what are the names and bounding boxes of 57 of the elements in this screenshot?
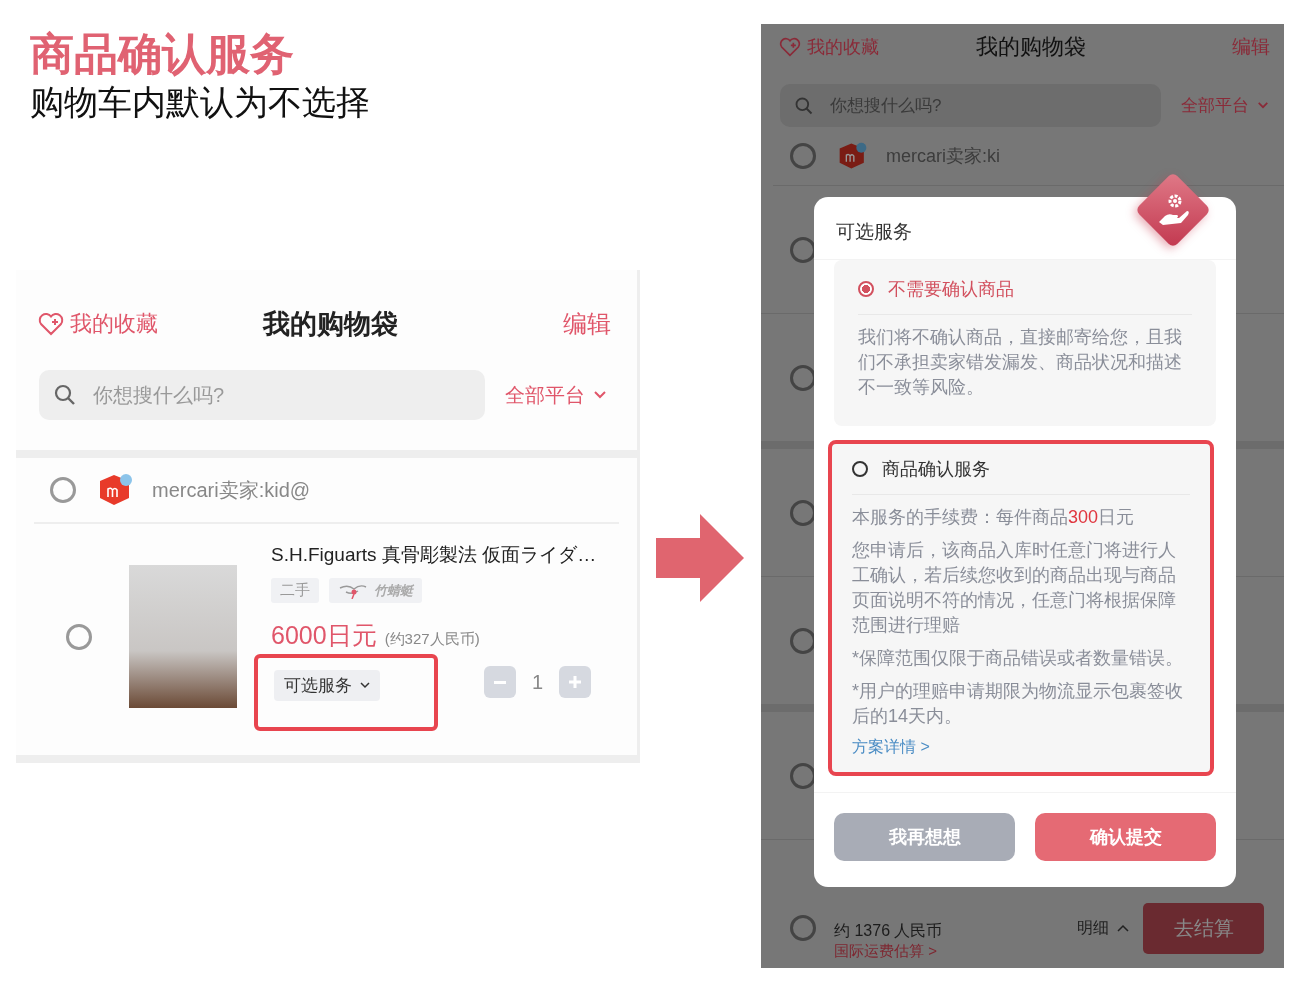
plan-details-link[interactable]: 方案详情 > [852, 738, 930, 755]
platform-dropdown[interactable]: 全部平台 [505, 381, 607, 409]
chevron-up-icon [1117, 924, 1129, 932]
box-logo-icon [98, 472, 134, 508]
edit-link[interactable]: 编辑 [1232, 34, 1270, 60]
optional-service-dropdown[interactable]: 可选服务 [274, 670, 380, 701]
option-label: 商品确认服务 [882, 458, 990, 481]
favorites-link[interactable]: 我的收藏 [779, 35, 879, 59]
cancel-button[interactable]: 我再想想 [834, 813, 1015, 861]
option-description: 本服务的手续费：每件商品300日元 [852, 506, 1136, 529]
dragonfly-icon [338, 582, 368, 599]
platform-dropdown[interactable]: 全部平台 [1181, 94, 1269, 117]
radio-button[interactable] [66, 623, 92, 650]
heart-icon [779, 37, 801, 57]
chevron-down-icon [360, 682, 370, 689]
plus-icon [569, 676, 582, 688]
price-cny: (约327人民币) [384, 630, 480, 649]
seller-name: mercari卖家:kid@ [152, 477, 311, 503]
heart-icon [38, 312, 64, 336]
chevron-down-icon [1257, 101, 1269, 110]
page-title: 我的购物袋 [975, 33, 1086, 61]
search-field[interactable]: 你想搜什么吗? [91, 382, 395, 408]
minus-button[interactable] [484, 666, 516, 698]
box-logo-icon [838, 141, 868, 171]
search-icon [794, 95, 814, 116]
option-description: 我们将不确认商品，直接邮寄给您，且我们不承担卖家错发漏发、商品状况和描述不一致等风险。 [858, 326, 1183, 399]
edit-link[interactable]: 编辑 [563, 308, 611, 340]
product-title: S.H.Figuarts 真骨彫製法 仮面ライダ… [271, 543, 597, 567]
chevron-down-icon [593, 390, 607, 400]
price: 6000日元 [271, 620, 377, 651]
confirm-button[interactable]: 确认提交 [1035, 813, 1216, 861]
option-label: 不需要确认商品 [888, 278, 1014, 301]
option-radio[interactable] [852, 461, 868, 477]
checkout-button[interactable]: 去结算 [1143, 902, 1264, 954]
radio-button[interactable] [50, 477, 76, 503]
quantity-value: 1 [532, 670, 544, 694]
total-cny: 约 1376 人民币 [834, 921, 943, 941]
select-all-radio[interactable] [790, 915, 816, 941]
option-radio[interactable] [858, 281, 874, 297]
plus-button[interactable] [559, 666, 592, 698]
shipping-estimate-link[interactable]: 国际运费估算 > [834, 942, 943, 961]
slide-subtitle: 购物车内默认为不选择 [30, 82, 370, 123]
page-title: 我的购物袋 [263, 308, 398, 341]
minus-icon [494, 680, 506, 684]
seller-name: mercari卖家:ki [886, 145, 1000, 168]
favorites-link[interactable]: 我的收藏 [38, 309, 158, 339]
radio-button[interactable] [790, 143, 816, 169]
search-icon [53, 383, 77, 407]
condition-tag: 二手 [271, 578, 319, 603]
details-toggle[interactable]: 明细 [1077, 917, 1129, 939]
brand-tag: 竹蜻蜓 [329, 578, 422, 603]
slide-title: 商品确认服务 [30, 28, 295, 80]
option-description: *保障范围仅限于商品错误或者数量错误。 [852, 647, 1184, 670]
option-description: *用户的理赔申请期限为物流显示包裹签收后的14天内。 [852, 680, 1184, 728]
option-description: 您申请后，该商品入库时任意门将进行人工确认，若后续您收到的商品出现与商品页面说明不符的情况，任意门将根据保障范围进行理赔 [852, 539, 1177, 637]
search-bar[interactable]: 你想搜什么吗? [39, 370, 485, 420]
arrow-icon [656, 514, 744, 602]
